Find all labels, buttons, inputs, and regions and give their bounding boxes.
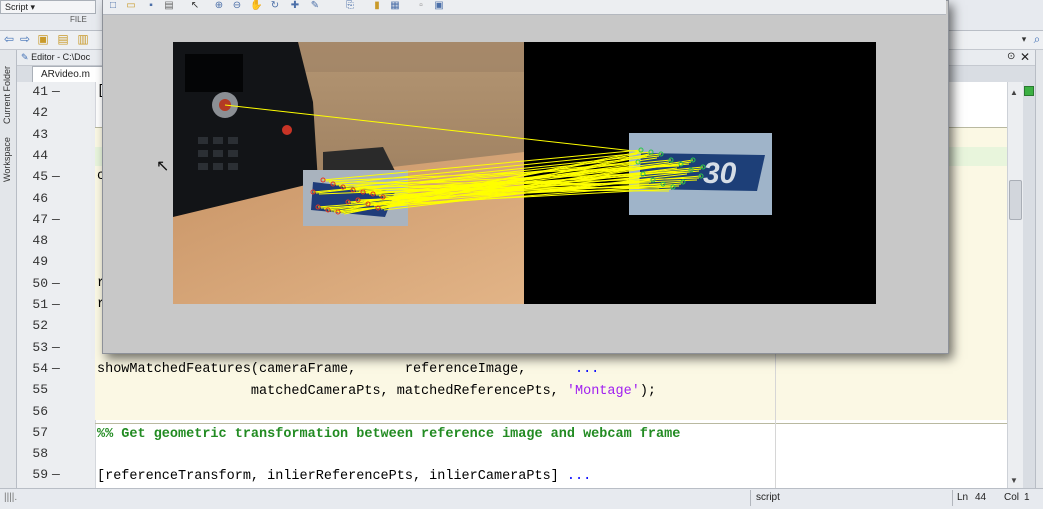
mouse-cursor-icon: ↖: [156, 158, 170, 175]
line-number: 49: [32, 254, 48, 270]
script-dropdown-label: Script: [5, 2, 29, 12]
line-number: 57: [32, 424, 48, 440]
code-line-57[interactable]: %% Get geometric transformation between …: [97, 427, 680, 442]
browse-folder-icon[interactable]: ▤: [56, 33, 70, 46]
line-number: 53: [32, 339, 48, 355]
save-icon[interactable]: ▪: [146, 1, 156, 11]
status-bar: [0, 488, 1043, 509]
data-cursor-icon[interactable]: ✚: [290, 1, 300, 11]
scroll-up-icon[interactable]: ▲: [1010, 88, 1018, 97]
line-number: 44: [32, 147, 48, 163]
file-section-label: FILE: [70, 15, 87, 24]
link-plot-icon[interactable]: ⎘: [345, 1, 355, 11]
status-ln-value: 44: [975, 492, 987, 503]
rotate-icon[interactable]: ↻: [270, 1, 280, 11]
script-dropdown[interactable]: Script ▾: [0, 0, 96, 14]
code-analyzer-indicator-icon[interactable]: [1024, 86, 1034, 96]
line-number: 59: [32, 467, 48, 483]
line-number: 48: [32, 233, 48, 249]
code-line-59-ellipsis: ...: [566, 469, 592, 484]
breakpoint-dash[interactable]: —: [52, 169, 62, 184]
scroll-down-icon[interactable]: ▼: [1010, 476, 1018, 485]
status-ln-label: Ln: [957, 492, 969, 503]
hide-tools-icon[interactable]: ▫: [416, 1, 426, 11]
address-dropdown-icon[interactable]: ▾: [1017, 33, 1031, 46]
search-icon[interactable]: ⌕: [1030, 33, 1043, 46]
line-number: 45: [32, 169, 48, 185]
folder-icon[interactable]: ▥: [76, 33, 90, 46]
editor-title: Editor - C:\Doc: [31, 52, 91, 62]
back-arrow-icon[interactable]: ⇦: [2, 33, 16, 46]
open-file-icon[interactable]: ▭: [126, 1, 136, 11]
code-line-59[interactable]: [referenceTransform, inlierReferencePts,…: [97, 469, 591, 484]
code-line-54-ellipsis: ...: [574, 362, 600, 377]
command-window-side-tab[interactable]: [1035, 50, 1043, 490]
breakpoint-dash[interactable]: —: [52, 84, 62, 99]
scrollbar-thumb[interactable]: [1009, 180, 1022, 220]
cell-divider: [95, 423, 1017, 424]
brush-icon[interactable]: ✎: [310, 1, 320, 11]
match-line-outlier: [224, 104, 644, 153]
code-line-55[interactable]: matchedCameraPts, matchedReferencePts, '…: [97, 384, 656, 399]
line-number: 50: [32, 275, 48, 291]
line-number: 47: [32, 211, 48, 227]
breakpoint-dash[interactable]: —: [52, 467, 62, 482]
close-panel-icon[interactable]: ✕: [1020, 50, 1030, 64]
code-line-55-end: );: [639, 384, 657, 399]
line-number: 55: [32, 382, 48, 398]
line-number: 56: [32, 403, 48, 419]
status-separator: [952, 490, 953, 506]
forward-arrow-icon[interactable]: ⇨: [18, 33, 32, 46]
legend-icon[interactable]: ▦: [390, 1, 400, 11]
print-icon[interactable]: ▤: [164, 1, 174, 11]
breakpoint-dash[interactable]: —: [52, 276, 62, 291]
file-tab-arvideo[interactable]: ARvideo.m: [32, 66, 108, 83]
line-number: 42: [32, 105, 48, 121]
colorbar-icon[interactable]: ▮: [372, 1, 382, 11]
line-number: 52: [32, 318, 48, 334]
figure-toolbar: [103, 0, 946, 15]
code-line-55-string: 'Montage': [566, 384, 640, 399]
dock-icon[interactable]: ▣: [434, 1, 444, 11]
pan-icon[interactable]: ✋: [250, 1, 262, 11]
status-mode: script: [756, 492, 780, 503]
line-number: 46: [32, 190, 48, 206]
zoom-in-icon[interactable]: ⊕: [214, 1, 224, 11]
status-grip-icon: ||||.: [4, 492, 18, 503]
code-line-55-text: matchedCameraPts, matchedReferencePts,: [97, 384, 567, 399]
line-number: 43: [32, 126, 48, 142]
code-line-54-text: showMatchedFeatures(cameraFrame, referen…: [97, 362, 575, 377]
new-figure-icon[interactable]: □: [108, 1, 118, 11]
zoom-out-icon[interactable]: ⊖: [232, 1, 242, 11]
pointer-icon[interactable]: ↖: [190, 1, 200, 11]
code-line-59-text: [referenceTransform, inlierReferencePts,…: [97, 469, 567, 484]
vertical-scrollbar[interactable]: [1007, 82, 1023, 488]
up-folder-icon[interactable]: ▣: [36, 33, 50, 46]
breakpoint-dash[interactable]: —: [52, 361, 62, 376]
breakpoint-dash[interactable]: —: [52, 340, 62, 355]
line-number: 41: [32, 84, 48, 99]
line-number: 51: [32, 297, 48, 312]
code-line-54[interactable]: showMatchedFeatures(cameraFrame, referen…: [97, 362, 599, 377]
breakpoint-dash[interactable]: —: [52, 212, 62, 227]
editor-icon: ✎: [21, 52, 29, 62]
panel-options-icon[interactable]: ⊙: [1007, 51, 1015, 62]
status-separator: [750, 490, 751, 506]
line-number: 54: [32, 360, 48, 376]
line-number: 58: [32, 446, 48, 462]
breakpoint-dash[interactable]: —: [52, 297, 62, 312]
feature-match-overlay: [224, 104, 706, 215]
status-col-value: 1: [1024, 492, 1030, 503]
status-col-label: Col: [1004, 492, 1020, 503]
